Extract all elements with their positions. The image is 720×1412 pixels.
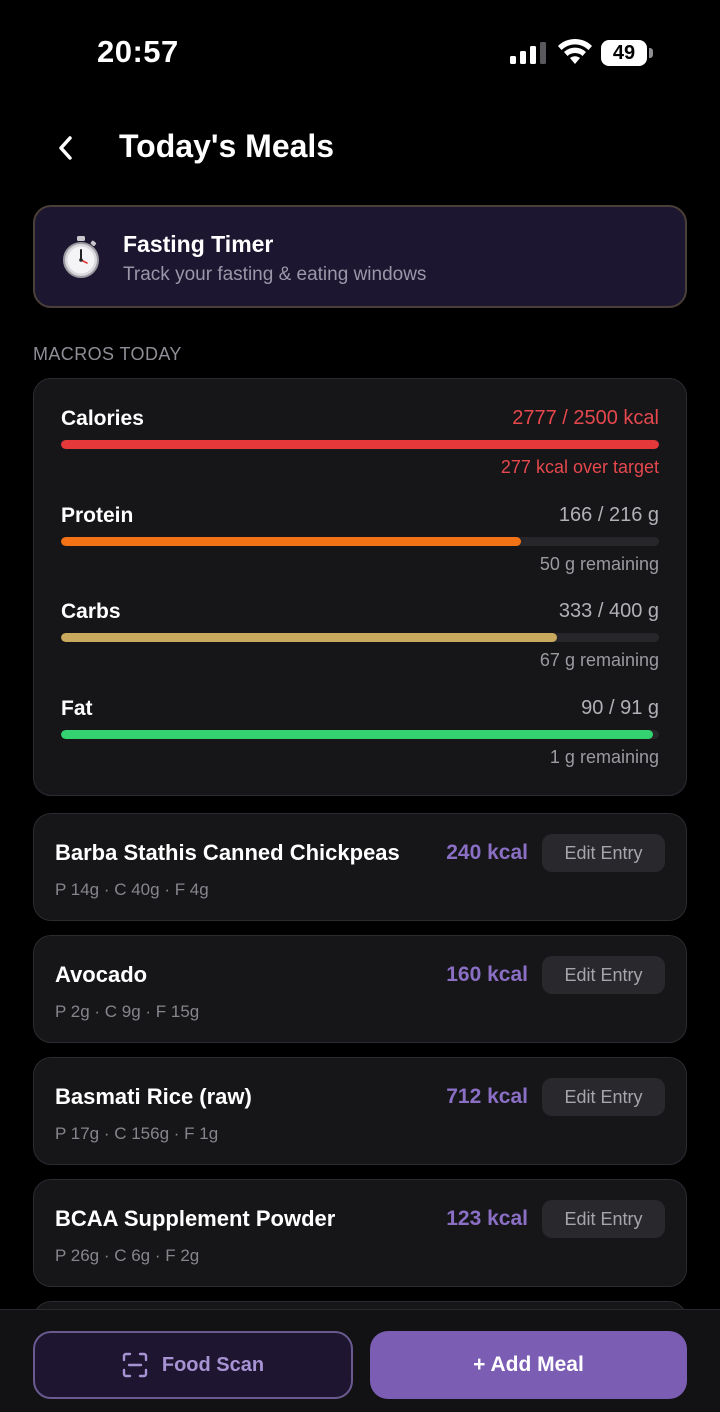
page-title: Today's Meals	[119, 128, 335, 164]
macro-note: 50 g remaining	[539, 554, 659, 574]
stopwatch-icon	[63, 236, 99, 278]
status-bar: 20:57 49	[0, 0, 720, 100]
bottom-action-bar: Food Scan + Add Meal	[0, 1309, 720, 1412]
edit-entry-button[interactable]: Edit Entry	[542, 956, 665, 994]
meal-entry[interactable]: Basmati Rice (raw) 712 kcal P 17g · C 15…	[33, 1057, 687, 1165]
macro-progress-track	[61, 730, 659, 739]
food-scan-label: Food Scan	[161, 1353, 265, 1376]
macro-value: 166 / 216 g	[558, 504, 659, 526]
edit-entry-button[interactable]: Edit Entry	[542, 1200, 665, 1238]
meal-kcal: 240 kcal	[446, 841, 528, 864]
back-button[interactable]	[44, 126, 88, 170]
macros-card: Calories 2777 / 2500 kcal 277 kcal over …	[33, 378, 687, 796]
fasting-timer-card[interactable]: Fasting Timer Track your fasting & eatin…	[33, 205, 687, 308]
meal-entry[interactable]: Avocado 160 kcal P 2g · C 9g · F 15g Edi…	[33, 935, 687, 1043]
macro-calories: Calories 2777 / 2500 kcal 277 kcal over …	[61, 407, 659, 497]
macro-name: Protein	[61, 504, 134, 527]
food-scan-button[interactable]: Food Scan	[33, 1331, 353, 1399]
meal-macros: P 17g · C 156g · F 1g	[55, 1124, 219, 1143]
meal-entry[interactable]: BCAA Supplement Powder 123 kcal P 26g · …	[33, 1179, 687, 1287]
scan-icon	[122, 1352, 148, 1378]
meal-name: Barba Stathis Canned Chickpeas	[55, 840, 400, 865]
todays-meals-screen: 20:57 49 Today's Meals Fasting Timer Tra…	[0, 0, 720, 1412]
macro-progress-track	[61, 537, 659, 546]
battery-icon: 49	[601, 40, 653, 66]
edit-entry-button[interactable]: Edit Entry	[542, 1078, 665, 1116]
add-meal-button[interactable]: + Add Meal	[370, 1331, 687, 1399]
signal-icon	[510, 42, 546, 64]
meal-kcal: 160 kcal	[446, 963, 528, 986]
macro-progress-track	[61, 440, 659, 449]
macros-section-label: MACROS TODAY	[33, 344, 182, 364]
meal-name: BCAA Supplement Powder	[55, 1206, 336, 1231]
macro-value: 2777 / 2500 kcal	[512, 407, 659, 429]
battery-level: 49	[601, 40, 647, 66]
macro-note: 277 kcal over target	[500, 457, 659, 477]
macro-note: 67 g remaining	[539, 650, 659, 670]
meal-macros: P 14g · C 40g · F 4g	[55, 880, 209, 899]
macro-progress-fill	[61, 633, 558, 642]
macro-value: 333 / 400 g	[558, 600, 659, 622]
macro-progress-fill	[61, 440, 659, 449]
macro-value: 90 / 91 g	[581, 697, 659, 719]
macro-name: Carbs	[61, 600, 121, 623]
macro-carbs: Carbs 333 / 400 g 67 g remaining	[61, 600, 659, 690]
meal-kcal: 712 kcal	[446, 1085, 528, 1108]
macro-name: Calories	[61, 407, 144, 430]
macro-progress-fill	[61, 730, 654, 739]
macro-progress-track	[61, 633, 659, 642]
meal-macros: P 2g · C 9g · F 15g	[55, 1002, 200, 1021]
meal-name: Basmati Rice (raw)	[55, 1084, 252, 1109]
fasting-title: Fasting Timer	[123, 231, 274, 257]
meal-kcal: 123 kcal	[446, 1207, 528, 1230]
macro-name: Fat	[61, 697, 93, 720]
meal-entry[interactable]: Barba Stathis Canned Chickpeas 240 kcal …	[33, 813, 687, 921]
macro-note: 1 g remaining	[549, 747, 659, 767]
macro-protein: Protein 166 / 216 g 50 g remaining	[61, 504, 659, 594]
macro-progress-fill	[61, 537, 522, 546]
meal-name: Avocado	[55, 962, 148, 987]
chevron-left-icon	[59, 136, 72, 160]
status-time: 20:57	[97, 34, 179, 69]
meal-macros: P 26g · C 6g · F 2g	[55, 1246, 200, 1265]
wifi-icon	[558, 38, 592, 64]
edit-entry-button[interactable]: Edit Entry	[542, 834, 665, 872]
fasting-subtitle: Track your fasting & eating windows	[123, 264, 427, 285]
macro-fat: Fat 90 / 91 g 1 g remaining	[61, 697, 659, 787]
